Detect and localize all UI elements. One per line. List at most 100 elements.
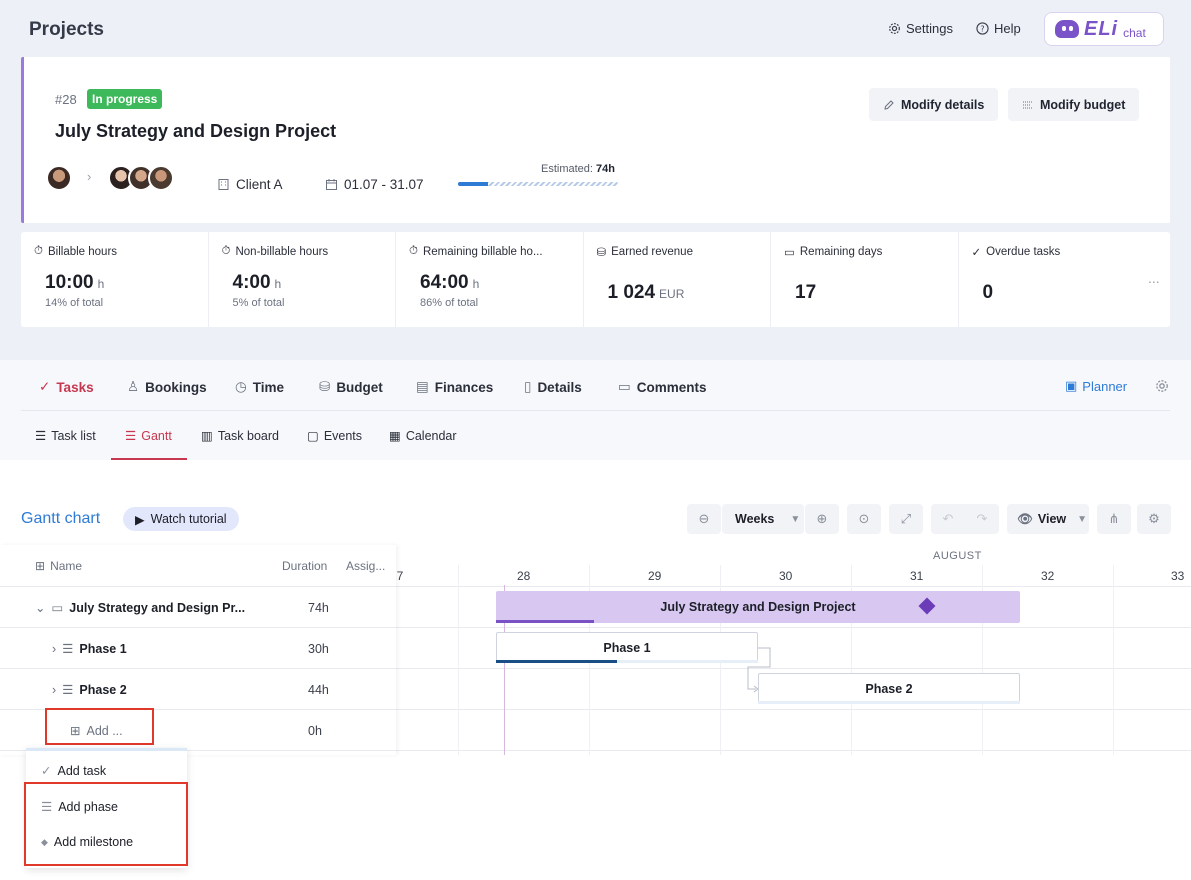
zoom-out-icon: ⊖ xyxy=(698,511,710,526)
stat-value: 0 xyxy=(982,282,994,303)
calendar-icon: ▦ xyxy=(389,429,401,443)
fullscreen-button[interactable]: ⤢ xyxy=(889,504,923,534)
share-button[interactable]: ⋔ xyxy=(1097,504,1131,534)
settings-link[interactable]: Settings xyxy=(888,21,953,36)
eye-icon: 👁 xyxy=(1017,511,1033,526)
pencil-icon xyxy=(884,99,894,110)
tab-finances[interactable]: ▤ Finances xyxy=(416,379,493,395)
modify-budget-button[interactable]: Modify budget xyxy=(1008,88,1140,121)
member-avatar[interactable] xyxy=(148,165,174,191)
tutorial-label: Watch tutorial xyxy=(150,512,227,526)
subtab-calendar[interactable]: ▦ Calendar xyxy=(389,428,457,444)
tab-label: Comments xyxy=(636,379,707,395)
phase-icon: ☰ xyxy=(62,683,74,697)
tab-label: Time xyxy=(252,379,285,395)
menu-add-task[interactable]: ✓ Add task xyxy=(41,763,106,779)
stats-more-button[interactable]: ... xyxy=(1148,270,1160,286)
zoom-select[interactable]: Weeks ▼ xyxy=(722,504,804,534)
zoom-value: Weeks xyxy=(735,512,775,526)
status-badge: In progress xyxy=(87,89,163,109)
task-check-icon: ✓ xyxy=(41,764,52,778)
chevron-down-icon[interactable]: ⌄ xyxy=(35,600,45,615)
subtab-label: Events xyxy=(323,428,363,443)
gantt-settings-button[interactable]: ⚙ xyxy=(1137,504,1171,534)
stat-label: Billable hours xyxy=(47,245,118,258)
client-name: Client A xyxy=(236,177,283,192)
tab-comments[interactable]: ▭ Comments xyxy=(618,379,707,395)
expand-icon: ⤢ xyxy=(900,511,912,526)
redo-icon[interactable]: ↷ xyxy=(977,511,988,527)
eli-chat-button[interactable]: ELi chat xyxy=(1044,12,1164,46)
timer-icon: ⏱ xyxy=(221,245,231,257)
clock-icon: ◷ xyxy=(235,379,247,394)
tab-bookings[interactable]: ♙ Bookings xyxy=(127,379,207,395)
timer-icon: ⏱ xyxy=(409,245,418,257)
tab-label: Finances xyxy=(434,379,494,395)
subtab-gantt[interactable]: ☰ Gantt xyxy=(125,428,172,444)
tab-time[interactable]: ◷ Time xyxy=(235,379,284,395)
zoom-in-button[interactable]: ⊕ xyxy=(805,504,839,534)
stat-value: 17 xyxy=(795,282,817,303)
briefcase-icon: ▭ xyxy=(784,247,795,259)
column-name[interactable]: ⊞ Name xyxy=(35,559,82,573)
add-column-icon[interactable]: ⊞ xyxy=(35,559,45,573)
planner-icon: ▣ xyxy=(1065,378,1078,393)
budget-list-icon xyxy=(1023,101,1033,108)
owner-avatar[interactable] xyxy=(46,165,72,191)
gear-icon xyxy=(889,23,900,34)
month-label: AUGUST xyxy=(933,550,982,562)
list-icon: ☰ xyxy=(35,429,47,443)
column-assignee[interactable]: Assig... xyxy=(346,559,385,573)
building-icon xyxy=(218,179,229,190)
column-name-label: Name xyxy=(50,559,83,573)
subtab-task-board[interactable]: ▥ Task board xyxy=(201,428,279,444)
board-icon: ▥ xyxy=(201,429,213,443)
subtab-task-list[interactable]: ☰ Task list xyxy=(35,428,96,444)
tab-tasks[interactable]: ✓ Tasks xyxy=(39,379,94,395)
row-duration: 0h xyxy=(308,724,322,738)
help-link[interactable]: ? Help xyxy=(976,21,1021,36)
stat-unit: EUR xyxy=(659,287,685,301)
estimated-hours: Estimated: 74h xyxy=(541,163,615,175)
view-menu-button[interactable]: 👁 View ▼ xyxy=(1007,504,1089,534)
chevron-right-icon[interactable]: › xyxy=(52,642,56,656)
view-label: View xyxy=(1037,512,1067,526)
stat-value: 64:00 xyxy=(420,272,469,293)
project-card: #28 In progress July Strategy and Design… xyxy=(21,57,1170,223)
tab-settings-button[interactable] xyxy=(1155,379,1169,396)
gantt-bar-phase-1[interactable]: Phase 1 xyxy=(496,632,758,663)
modify-details-button[interactable]: Modify details xyxy=(869,88,999,121)
gantt-bar-project[interactable]: July Strategy and Design Project xyxy=(496,591,1020,623)
gantt-title: Gantt chart xyxy=(21,510,101,527)
zoom-fit-button[interactable]: ⊙ xyxy=(847,504,881,534)
gear-icon: ⚙ xyxy=(1148,511,1160,526)
stat-percent: 14% xyxy=(45,297,68,309)
document-icon: ▯ xyxy=(524,379,532,394)
week-label: 31 xyxy=(910,569,924,583)
gantt-bar-phase-2[interactable]: Phase 2 xyxy=(758,673,1020,704)
stat-sub-text: of total xyxy=(70,297,104,309)
folder-icon: ▭ xyxy=(51,601,64,615)
week-label: 33 xyxy=(1171,569,1185,583)
tabs-divider xyxy=(21,410,1170,411)
timer-icon: ⏱ xyxy=(34,245,43,257)
undo-redo-group: ↶ ↷ xyxy=(931,504,999,534)
subtab-events[interactable]: ▢ Events xyxy=(307,428,363,444)
planner-link[interactable]: ▣ Planner xyxy=(1065,378,1127,394)
zoom-out-button[interactable]: ⊖ xyxy=(687,504,721,534)
row-project[interactable]: ⌄ ▭ July Strategy and Design Pr... xyxy=(35,600,245,616)
row-phase-2[interactable]: › ☰ Phase 2 xyxy=(52,682,127,698)
stat-label: Overdue tasks xyxy=(986,246,1061,258)
undo-icon[interactable]: ↶ xyxy=(943,511,954,527)
tab-budget[interactable]: ⛁ Budget xyxy=(319,379,383,395)
estimated-value: 74h xyxy=(596,163,615,175)
watch-tutorial-button[interactable]: ▶ Watch tutorial xyxy=(123,507,239,531)
row-phase-1[interactable]: › ☰ Phase 1 xyxy=(52,641,127,657)
date-range: 01.07 - 31.07 xyxy=(325,177,424,192)
page-title: Projects xyxy=(29,19,104,40)
column-duration[interactable]: Duration xyxy=(282,559,327,573)
tab-details[interactable]: ▯ Details xyxy=(524,379,582,395)
bar-label: Phase 1 xyxy=(603,640,651,655)
chevron-right-icon[interactable]: › xyxy=(52,683,56,697)
modify-budget-label: Modify budget xyxy=(1040,97,1126,112)
